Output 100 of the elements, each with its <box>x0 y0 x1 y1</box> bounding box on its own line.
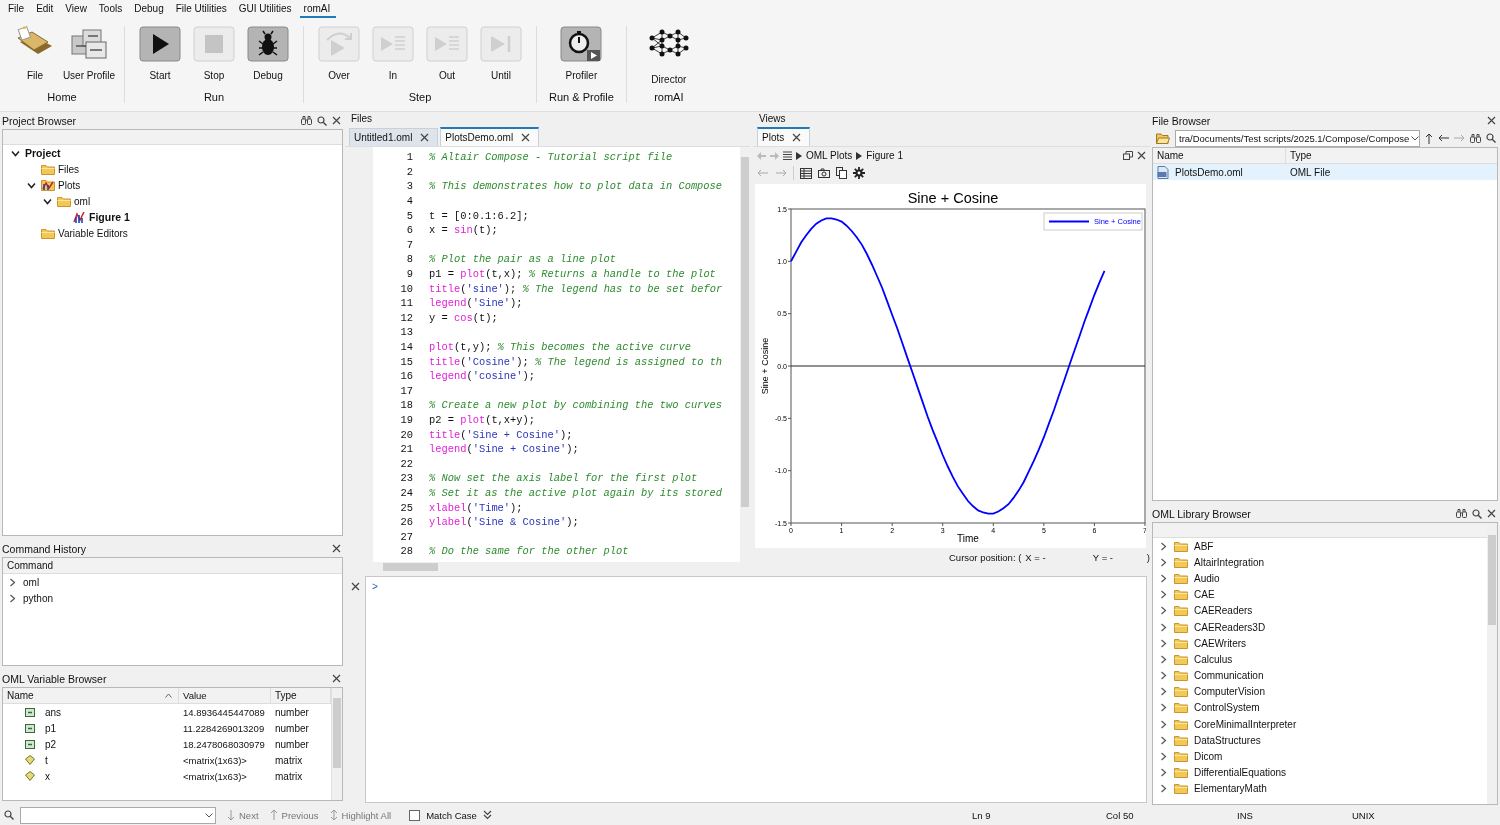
column-header[interactable]: Name <box>1153 148 1286 163</box>
close-tab-icon[interactable] <box>792 133 802 142</box>
search-icon[interactable] <box>317 115 327 126</box>
vertical-scrollbar[interactable] <box>331 688 342 800</box>
expand-chevron-icon[interactable] <box>1159 573 1168 583</box>
expand-chevron-icon[interactable] <box>1159 703 1168 713</box>
tree-item[interactable]: Files <box>3 161 342 177</box>
filter-field[interactable] <box>3 130 342 145</box>
column-header[interactable]: Command <box>3 558 342 574</box>
menu-item[interactable]: Debug <box>130 0 170 18</box>
breadcrumb-item[interactable]: Figure 1 <box>866 150 903 161</box>
find-field[interactable] <box>20 806 216 824</box>
breadcrumb-item[interactable]: OML Plots <box>806 150 853 161</box>
list-icon[interactable] <box>783 151 792 160</box>
close-tab-icon[interactable] <box>420 133 430 142</box>
table-icon[interactable] <box>800 167 812 179</box>
close-icon[interactable] <box>1137 151 1146 160</box>
close-icon[interactable] <box>332 674 341 683</box>
binoculars-icon[interactable] <box>1470 133 1481 143</box>
close-icon[interactable] <box>350 582 360 591</box>
ribbon-button[interactable]: Director <box>638 26 699 91</box>
vertical-scrollbar[interactable] <box>740 147 750 562</box>
column-header[interactable]: Value <box>179 688 271 703</box>
ribbon-button[interactable]: File <box>12 26 58 91</box>
menu-item[interactable]: View <box>61 0 93 18</box>
filter-field[interactable] <box>1153 523 1487 538</box>
library-item[interactable]: DifferentialEquations <box>1153 764 1487 781</box>
camera-icon[interactable] <box>818 168 830 178</box>
double-chevron-icon[interactable] <box>482 810 492 820</box>
file-tab[interactable]: PlotsDemo.oml <box>440 127 540 146</box>
expand-chevron-icon[interactable] <box>8 593 17 603</box>
ribbon-button[interactable]: Profiler <box>558 26 605 91</box>
tree-item[interactable]: Variable Editors <box>3 225 342 241</box>
menu-item[interactable]: Tools <box>94 0 129 18</box>
expand-chevron-icon[interactable] <box>1159 557 1168 567</box>
file-tab[interactable]: Untitled1.oml <box>349 128 439 146</box>
library-item[interactable]: ComputerVision <box>1153 683 1487 700</box>
ribbon-button[interactable]: Start <box>137 26 183 91</box>
library-item[interactable]: Communication <box>1153 667 1487 684</box>
column-header[interactable]: Name <box>3 688 179 703</box>
vertical-scrollbar[interactable] <box>1487 523 1497 804</box>
settings-icon[interactable] <box>853 167 865 179</box>
library-item[interactable]: DataStructures <box>1153 732 1487 749</box>
match-case-checkbox[interactable]: Match Case <box>409 809 477 821</box>
expand-chevron-icon[interactable] <box>1159 590 1168 600</box>
search-icon[interactable] <box>1486 133 1496 143</box>
menu-item[interactable]: Edit <box>32 0 60 18</box>
dropdown-caret-icon[interactable] <box>1411 135 1420 141</box>
back-arrow-icon[interactable] <box>1438 134 1449 142</box>
copy-icon[interactable] <box>836 167 847 179</box>
expand-chevron-icon[interactable] <box>1159 606 1168 616</box>
library-item[interactable]: Audio <box>1153 570 1487 587</box>
expand-chevron-icon[interactable] <box>1159 654 1168 664</box>
tree-item[interactable]: Project <box>3 145 342 161</box>
close-icon[interactable] <box>332 116 341 125</box>
ribbon-button[interactable]: Debug <box>245 26 291 91</box>
expand-chevron-icon[interactable] <box>1159 541 1168 551</box>
expand-chevron-icon[interactable] <box>1159 752 1168 762</box>
up-arrow-icon[interactable] <box>1425 132 1433 144</box>
collapse-chevron-icon[interactable] <box>43 196 52 206</box>
library-item[interactable]: AltairIntegration <box>1153 554 1487 571</box>
library-item[interactable]: CoreMinimalInterpreter <box>1153 716 1487 733</box>
library-item[interactable]: CAEWriters <box>1153 635 1487 652</box>
view-tab[interactable]: Plots <box>757 127 811 146</box>
open-folder-icon[interactable] <box>1156 132 1170 144</box>
library-item[interactable]: ControlSystem <box>1153 699 1487 717</box>
expand-chevron-icon[interactable] <box>1159 768 1168 778</box>
history-item[interactable]: oml <box>3 574 342 590</box>
tree-item[interactable]: Figure 1 <box>3 209 342 225</box>
expand-chevron-icon[interactable] <box>1159 719 1168 729</box>
menu-item[interactable]: File Utilities <box>171 0 233 18</box>
close-icon[interactable] <box>1487 116 1496 125</box>
search-icon[interactable] <box>1472 508 1482 519</box>
close-icon[interactable] <box>1487 509 1496 518</box>
library-item[interactable]: Calculus <box>1153 651 1487 668</box>
collapse-chevron-icon[interactable] <box>11 148 20 158</box>
path-field[interactable]: tra/Documents/Test scripts/2025.1/Compose/Compose <box>1175 129 1420 147</box>
menu-item[interactable]: GUI Utilities <box>234 0 298 18</box>
library-item[interactable]: ABF <box>1153 538 1487 555</box>
binoculars-icon[interactable] <box>301 116 312 125</box>
expand-chevron-icon[interactable] <box>1159 671 1168 681</box>
expand-chevron-icon[interactable] <box>1159 638 1168 648</box>
dropdown-caret-icon[interactable] <box>205 812 213 818</box>
library-item[interactable]: CAEReaders3D <box>1153 618 1487 636</box>
restore-window-icon[interactable] <box>1123 151 1133 160</box>
collapse-chevron-icon[interactable] <box>27 180 36 190</box>
tree-item[interactable]: Plots <box>3 177 342 193</box>
expand-chevron-icon[interactable] <box>1159 784 1168 794</box>
tree-item[interactable]: oml <box>3 193 342 209</box>
close-tab-icon[interactable] <box>521 133 531 142</box>
expand-chevron-icon[interactable] <box>1159 622 1168 632</box>
history-item[interactable]: python <box>3 590 342 606</box>
file-row[interactable]: PlotsDemo.oml OML File <box>1153 164 1497 180</box>
library-item[interactable]: CAE <box>1153 586 1487 603</box>
expand-chevron-icon[interactable] <box>1159 687 1168 697</box>
library-item[interactable]: Dicom <box>1153 748 1487 765</box>
binoculars-icon[interactable] <box>1456 509 1467 518</box>
expand-chevron-icon[interactable] <box>8 577 17 587</box>
close-icon[interactable] <box>332 544 341 553</box>
library-item[interactable]: CAEReaders <box>1153 602 1487 619</box>
